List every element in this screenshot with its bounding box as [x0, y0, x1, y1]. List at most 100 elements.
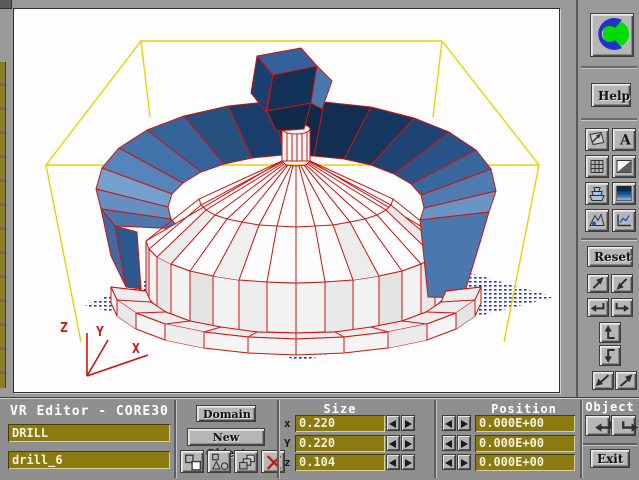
- size-axis-z: z: [284, 456, 291, 469]
- position-x-field[interactable]: 0.000E+00: [475, 415, 575, 432]
- right-arrow-icon: [461, 459, 468, 467]
- cascade-icon: [236, 452, 258, 473]
- new-object-button[interactable]: New Object: [187, 428, 265, 446]
- group-shapes-button[interactable]: [207, 450, 231, 473]
- object-label: Object: [584, 400, 636, 414]
- exit-button[interactable]: Exit: [590, 449, 630, 468]
- reset-button[interactable]: Reset: [587, 246, 633, 267]
- object-divider: [583, 443, 637, 445]
- swing-ne-button[interactable]: [615, 371, 637, 390]
- size-z-field[interactable]: 0.104: [295, 454, 385, 471]
- axis-label-z: Z: [60, 321, 68, 336]
- panel-divider: [174, 400, 176, 478]
- app-logo-button[interactable]: [590, 13, 634, 57]
- position-z-decrement[interactable]: [442, 454, 456, 470]
- layers-icon: [614, 184, 634, 203]
- left-arrow-icon: [389, 440, 396, 448]
- step-up-icon: [600, 323, 620, 342]
- size-z-increment[interactable]: [401, 454, 415, 470]
- axis-label-x: X: [132, 342, 140, 357]
- layers-tool-button[interactable]: [612, 182, 636, 205]
- panel-divider: [277, 400, 279, 478]
- panel-divider: [580, 400, 582, 478]
- app-logo-icon: [592, 14, 632, 54]
- axis-triad: Z Y X: [60, 321, 148, 376]
- size-z-decrement[interactable]: [386, 454, 400, 470]
- sidebar-divider: [581, 66, 637, 68]
- step-down-button[interactable]: [599, 345, 621, 366]
- step-up-button[interactable]: [599, 322, 621, 343]
- delete-object-button[interactable]: [261, 450, 285, 473]
- rotate-sw-button[interactable]: [611, 274, 633, 293]
- app-title: VR Editor - CORE30: [10, 404, 169, 419]
- position-y-field[interactable]: 0.000E+00: [475, 435, 575, 452]
- shapes-icon: [209, 452, 231, 473]
- size-x-increment[interactable]: [401, 415, 415, 431]
- size-x-decrement[interactable]: [386, 415, 400, 431]
- object-next-button[interactable]: [611, 415, 636, 436]
- pick-icon: [587, 130, 607, 149]
- object-name-field[interactable]: DRILL: [8, 424, 170, 442]
- position-x-increment[interactable]: [457, 415, 471, 431]
- pick-tool-button[interactable]: [585, 128, 609, 151]
- window-corner: [0, 0, 12, 9]
- right-arrow-icon: [461, 420, 468, 428]
- shade-tool-button[interactable]: [612, 155, 636, 178]
- size-y-increment[interactable]: [401, 435, 415, 451]
- left-arrow-icon: [389, 459, 396, 467]
- left-arrow-icon: [445, 440, 452, 448]
- grid-icon: [587, 157, 607, 176]
- copy-object-button[interactable]: [180, 450, 204, 473]
- size-label: Size: [295, 402, 385, 416]
- shade-icon: [614, 157, 634, 176]
- stack-tool-button[interactable]: [585, 182, 609, 205]
- object-prev-button[interactable]: [585, 415, 610, 436]
- left-arrow-icon: [445, 459, 452, 467]
- size-y-decrement[interactable]: [386, 435, 400, 451]
- arrow-sw-icon: [612, 275, 632, 292]
- dome: [146, 161, 446, 283]
- help-button[interactable]: Help: [591, 83, 631, 107]
- text-tool-button[interactable]: A: [612, 128, 636, 151]
- svg-text:A: A: [619, 133, 632, 149]
- position-label: Position: [472, 402, 576, 416]
- vr-editor-window: { "window": { "title": "VR Editor - CORE…: [0, 0, 639, 479]
- axis-label-y: Y: [96, 325, 104, 340]
- arrow-ne-icon: [588, 275, 608, 292]
- position-y-decrement[interactable]: [442, 435, 456, 451]
- palette-strip: [0, 62, 6, 388]
- size-axis-x: x: [284, 417, 291, 430]
- position-z-field[interactable]: 0.000E+00: [475, 454, 575, 471]
- swing-sw-button[interactable]: [592, 371, 614, 390]
- rotate-ne-button[interactable]: [587, 274, 609, 293]
- viewport-3d[interactable]: Z Y X: [13, 8, 560, 393]
- sidebar-divider: [581, 118, 637, 120]
- plot-icon: [614, 211, 634, 230]
- toolbar-sidebar: Help A: [576, 0, 639, 397]
- grid-tool-button[interactable]: [585, 155, 609, 178]
- domain-button[interactable]: Domain: [196, 405, 256, 422]
- plot-tool-button[interactable]: [612, 209, 636, 232]
- duplicate-array-button[interactable]: [234, 450, 258, 473]
- material-tool-button[interactable]: [585, 209, 609, 232]
- text-icon: A: [614, 130, 634, 149]
- return-right-icon: [612, 299, 632, 316]
- control-panel: VR Editor - CORE30 DRILL drill_6 Domain …: [0, 397, 639, 480]
- right-arrow-icon: [405, 420, 412, 428]
- turn-left-button[interactable]: [587, 298, 609, 317]
- panel-divider: [434, 400, 436, 478]
- right-arrow-icon: [405, 440, 412, 448]
- swing-sw-icon: [593, 372, 613, 389]
- size-x-field[interactable]: 0.220: [295, 415, 385, 432]
- object-id-field[interactable]: drill_6: [8, 451, 170, 469]
- sidebar-divider: [581, 238, 637, 240]
- position-x-decrement[interactable]: [442, 415, 456, 431]
- size-y-field[interactable]: 0.220: [295, 435, 385, 452]
- position-y-increment[interactable]: [457, 435, 471, 451]
- return-left-icon: [588, 299, 608, 316]
- swing-ne-icon: [616, 372, 636, 389]
- stack-icon: [587, 184, 607, 203]
- turn-right-button[interactable]: [611, 298, 633, 317]
- material-icon: [587, 211, 607, 230]
- position-z-increment[interactable]: [457, 454, 471, 470]
